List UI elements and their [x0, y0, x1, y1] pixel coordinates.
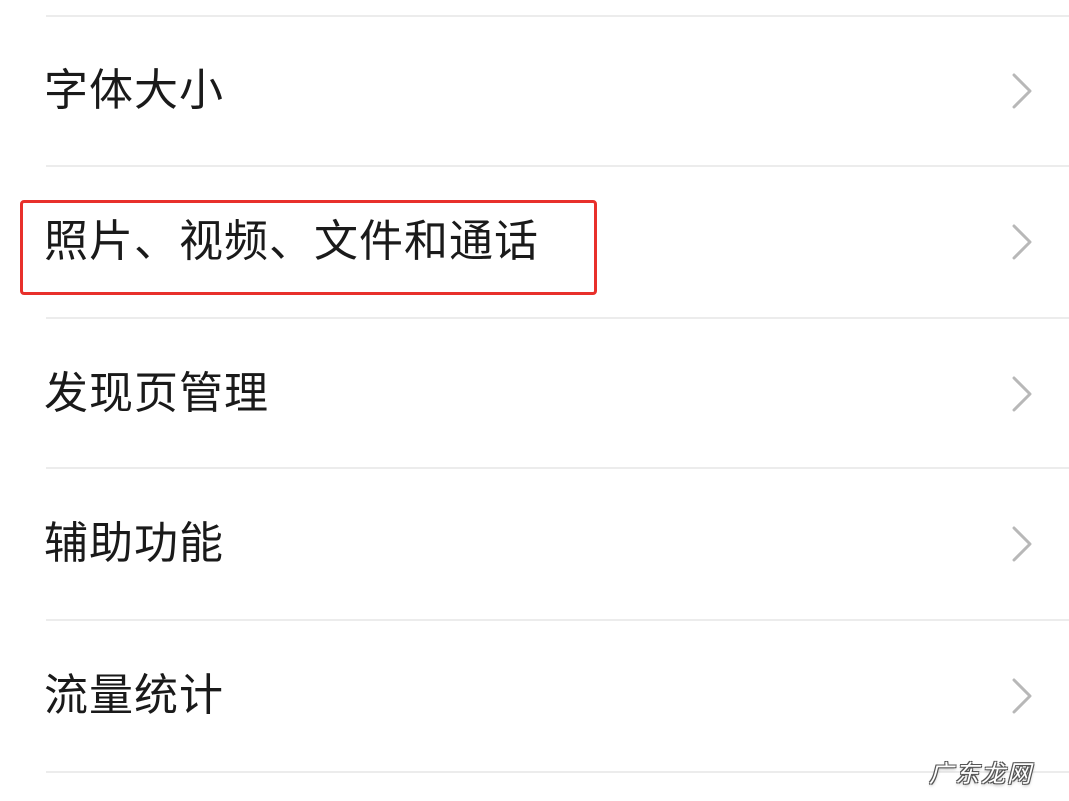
divider [46, 771, 1069, 773]
settings-item-label: 辅助功能 [44, 518, 224, 569]
divider [46, 165, 1069, 167]
settings-item-label: 照片、视频、文件和通话 [44, 216, 539, 267]
settings-item-label: 流量统计 [44, 670, 224, 721]
divider [46, 619, 1069, 621]
settings-item-label: 字体大小 [44, 65, 224, 116]
chevron-right-icon [1012, 678, 1032, 714]
chevron-right-icon [1012, 376, 1032, 412]
settings-item-data-usage[interactable]: 流量统计 [0, 622, 1069, 770]
settings-item-font-size[interactable]: 字体大小 [0, 17, 1069, 165]
settings-list: 字体大小 照片、视频、文件和通话 发现页管理 辅助功能 流量统计 广东龙网 [0, 0, 1069, 801]
divider [46, 317, 1069, 319]
watermark: 广东龙网 [929, 760, 1033, 788]
divider [46, 467, 1069, 469]
chevron-right-icon [1012, 224, 1032, 260]
settings-item-photos-videos-files-calls[interactable]: 照片、视频、文件和通话 [0, 168, 1069, 316]
chevron-right-icon [1012, 73, 1032, 109]
settings-item-accessibility[interactable]: 辅助功能 [0, 470, 1069, 618]
settings-item-label: 发现页管理 [44, 368, 269, 419]
settings-item-discover-management[interactable]: 发现页管理 [0, 320, 1069, 468]
chevron-right-icon [1012, 526, 1032, 562]
